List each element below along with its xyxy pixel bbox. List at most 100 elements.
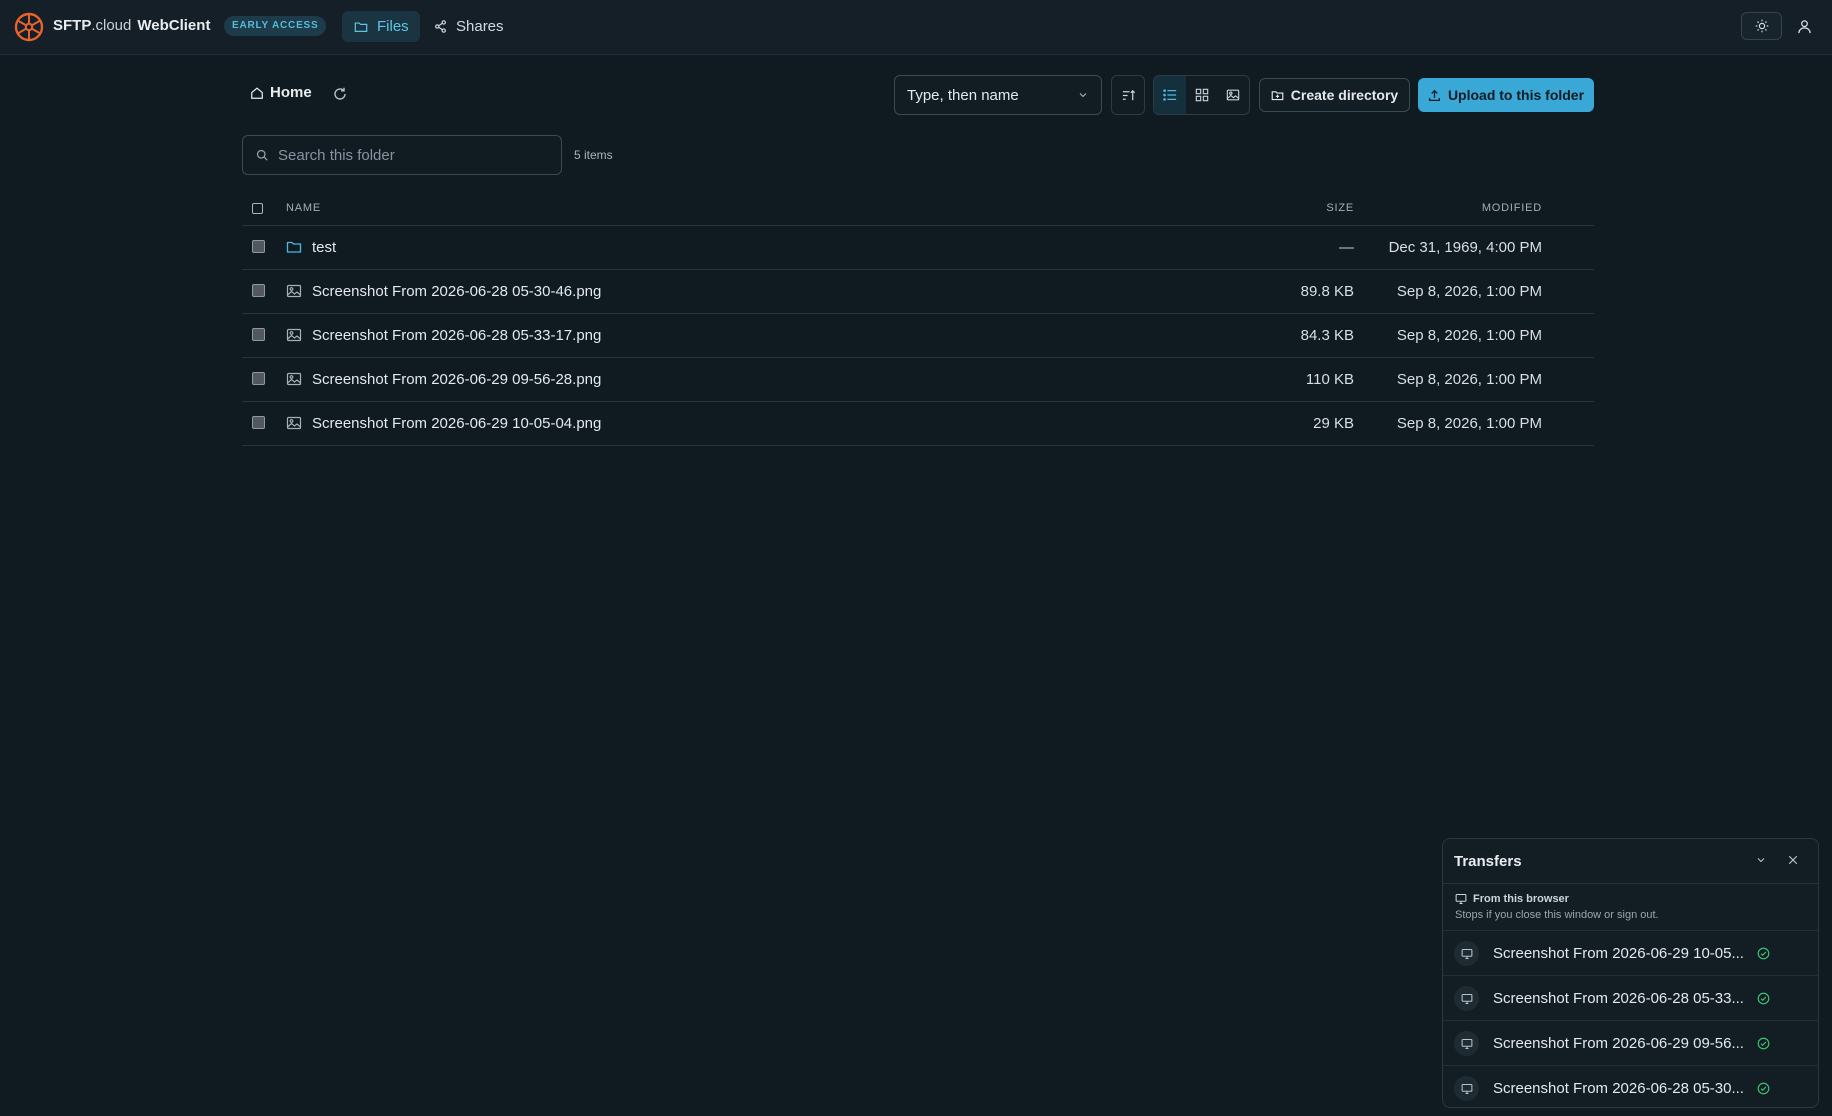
sort-select[interactable]: Type, then name [894,75,1102,115]
file-name[interactable]: Screenshot From 2026-06-29 09-56-28.png [312,371,601,388]
row-checkbox[interactable] [252,284,265,297]
grid-icon [1195,88,1208,102]
row-checkbox[interactable] [252,328,265,341]
view-mode-group [1153,75,1250,115]
folder-icon [286,241,302,253]
user-menu-button[interactable] [1794,16,1814,36]
file-name[interactable]: Screenshot From 2026-06-28 05-33-17.png [312,327,601,344]
transfer-item[interactable]: Screenshot From 2026-06-29 09-56... [1443,1020,1818,1065]
brand-title[interactable]: SFTP.cloud WebClient [53,17,210,34]
check-circle-icon [1757,947,1770,960]
file-size: — [1339,239,1354,256]
sun-icon [1755,19,1768,33]
table-row[interactable]: Screenshot From 2026-06-28 05-30-46.png … [242,270,1594,314]
transfers-panel: Transfers From this browser Stops if you… [1442,838,1819,1108]
search-input[interactable] [278,146,548,164]
table-row[interactable]: Screenshot From 2026-06-29 10-05-04.png … [242,402,1594,446]
transfers-header: Transfers [1443,839,1818,884]
table-row[interactable]: Screenshot From 2026-06-28 05-33-17.png … [242,314,1594,358]
create-directory-button[interactable]: Create directory [1259,78,1410,112]
grid-view-button[interactable] [1186,76,1218,114]
breadcrumb-home[interactable]: Home [250,84,312,101]
file-name[interactable]: Screenshot From 2026-06-29 10-05-04.png [312,415,601,432]
select-all-checkbox[interactable] [252,203,263,214]
folder-plus-icon [1271,90,1284,100]
column-header-modified[interactable]: MODIFIED [1482,202,1542,214]
nav-files-tab[interactable]: Files [342,11,420,42]
list-view-button[interactable] [1154,76,1186,114]
monitor-icon [1454,941,1479,966]
upload-label: Upload to this folder [1447,87,1585,103]
top-bar: SFTP.cloud WebClient EARLY ACCESS Files S… [0,0,1832,55]
transfer-file-name: Screenshot From 2026-06-29 10-05... [1493,945,1744,962]
transfers-source-label: From this browser [1473,893,1569,905]
image-file-icon [286,328,302,342]
transfer-item[interactable]: Screenshot From 2026-06-28 05-30... [1443,1065,1818,1107]
gallery-view-button[interactable] [1217,76,1249,114]
search-box [242,135,562,175]
search-icon [256,149,268,161]
breadcrumb-home-label: Home [270,84,312,101]
check-circle-icon [1757,1037,1770,1050]
column-header-name[interactable]: NAME [286,202,321,214]
file-size: 89.8 KB [1300,283,1354,300]
transfers-source: From this browser [1455,893,1569,905]
file-modified: Sep 8, 2026, 1:00 PM [1396,415,1542,432]
row-checkbox[interactable] [252,416,265,429]
item-count: 5 items [574,148,613,162]
file-size: 29 KB [1313,415,1354,432]
monitor-icon [1454,986,1479,1011]
row-checkbox[interactable] [252,372,265,385]
monitor-icon [1454,1076,1479,1101]
upload-icon [1428,89,1440,101]
chevron-down-icon[interactable] [1755,854,1767,866]
chevron-down-icon [1079,93,1087,98]
transfers-source-note: Stops if you close this window or sign o… [1455,909,1659,921]
transfer-file-name: Screenshot From 2026-06-29 09-56... [1493,1035,1744,1052]
upload-button[interactable]: Upload to this folder [1418,78,1594,112]
list-icon [1163,89,1176,101]
monitor-icon [1455,893,1467,905]
folder-icon [354,21,368,32]
check-circle-icon [1757,992,1770,1005]
close-icon[interactable] [1787,854,1799,866]
user-icon [1797,19,1811,33]
early-access-badge: EARLY ACCESS [224,16,327,36]
column-header-size[interactable]: SIZE [1326,202,1354,214]
transfer-file-name: Screenshot From 2026-06-28 05-33... [1493,990,1744,1007]
file-modified: Sep 8, 2026, 1:00 PM [1396,371,1542,388]
file-modified: Dec 31, 1969, 4:00 PM [1388,239,1542,256]
create-directory-label: Create directory [1290,87,1399,103]
file-modified: Sep 8, 2026, 1:00 PM [1396,327,1542,344]
file-name[interactable]: Screenshot From 2026-06-28 05-30-46.png [312,283,601,300]
transfer-file-name: Screenshot From 2026-06-28 05-30... [1493,1080,1744,1097]
image-icon [1226,89,1240,101]
image-file-icon [286,284,302,298]
transfer-item[interactable]: Screenshot From 2026-06-28 05-33... [1443,975,1818,1020]
app-name: WebClient [137,17,211,34]
transfer-item[interactable]: Screenshot From 2026-06-29 10-05... [1443,930,1818,975]
monitor-icon [1454,1031,1479,1056]
brand-name-bold: SFTP [53,17,92,34]
nav-files-label: Files [377,18,409,35]
theme-toggle-button[interactable] [1741,12,1782,40]
file-name[interactable]: test [312,239,336,256]
image-file-icon [286,372,302,386]
file-size: 110 KB [1305,371,1354,388]
transfers-title: Transfers [1454,853,1522,870]
home-icon [251,86,263,99]
file-modified: Sep 8, 2026, 1:00 PM [1396,283,1542,300]
table-row[interactable]: Screenshot From 2026-06-29 09-56-28.png … [242,358,1594,402]
image-file-icon [286,416,302,430]
refresh-icon[interactable] [332,86,348,102]
share-icon [435,20,446,33]
sftp-cloud-logo-icon[interactable] [14,12,44,42]
file-size: 84.3 KB [1300,327,1354,344]
nav-shares-label: Shares [456,18,504,35]
sort-select-value: Type, then name [907,86,1019,104]
table-row[interactable]: test — Dec 31, 1969, 4:00 PM [242,226,1594,270]
check-circle-icon [1757,1082,1770,1095]
row-checkbox[interactable] [252,240,265,253]
nav-shares-tab[interactable]: Shares [434,11,504,42]
sort-direction-button[interactable] [1111,75,1145,115]
